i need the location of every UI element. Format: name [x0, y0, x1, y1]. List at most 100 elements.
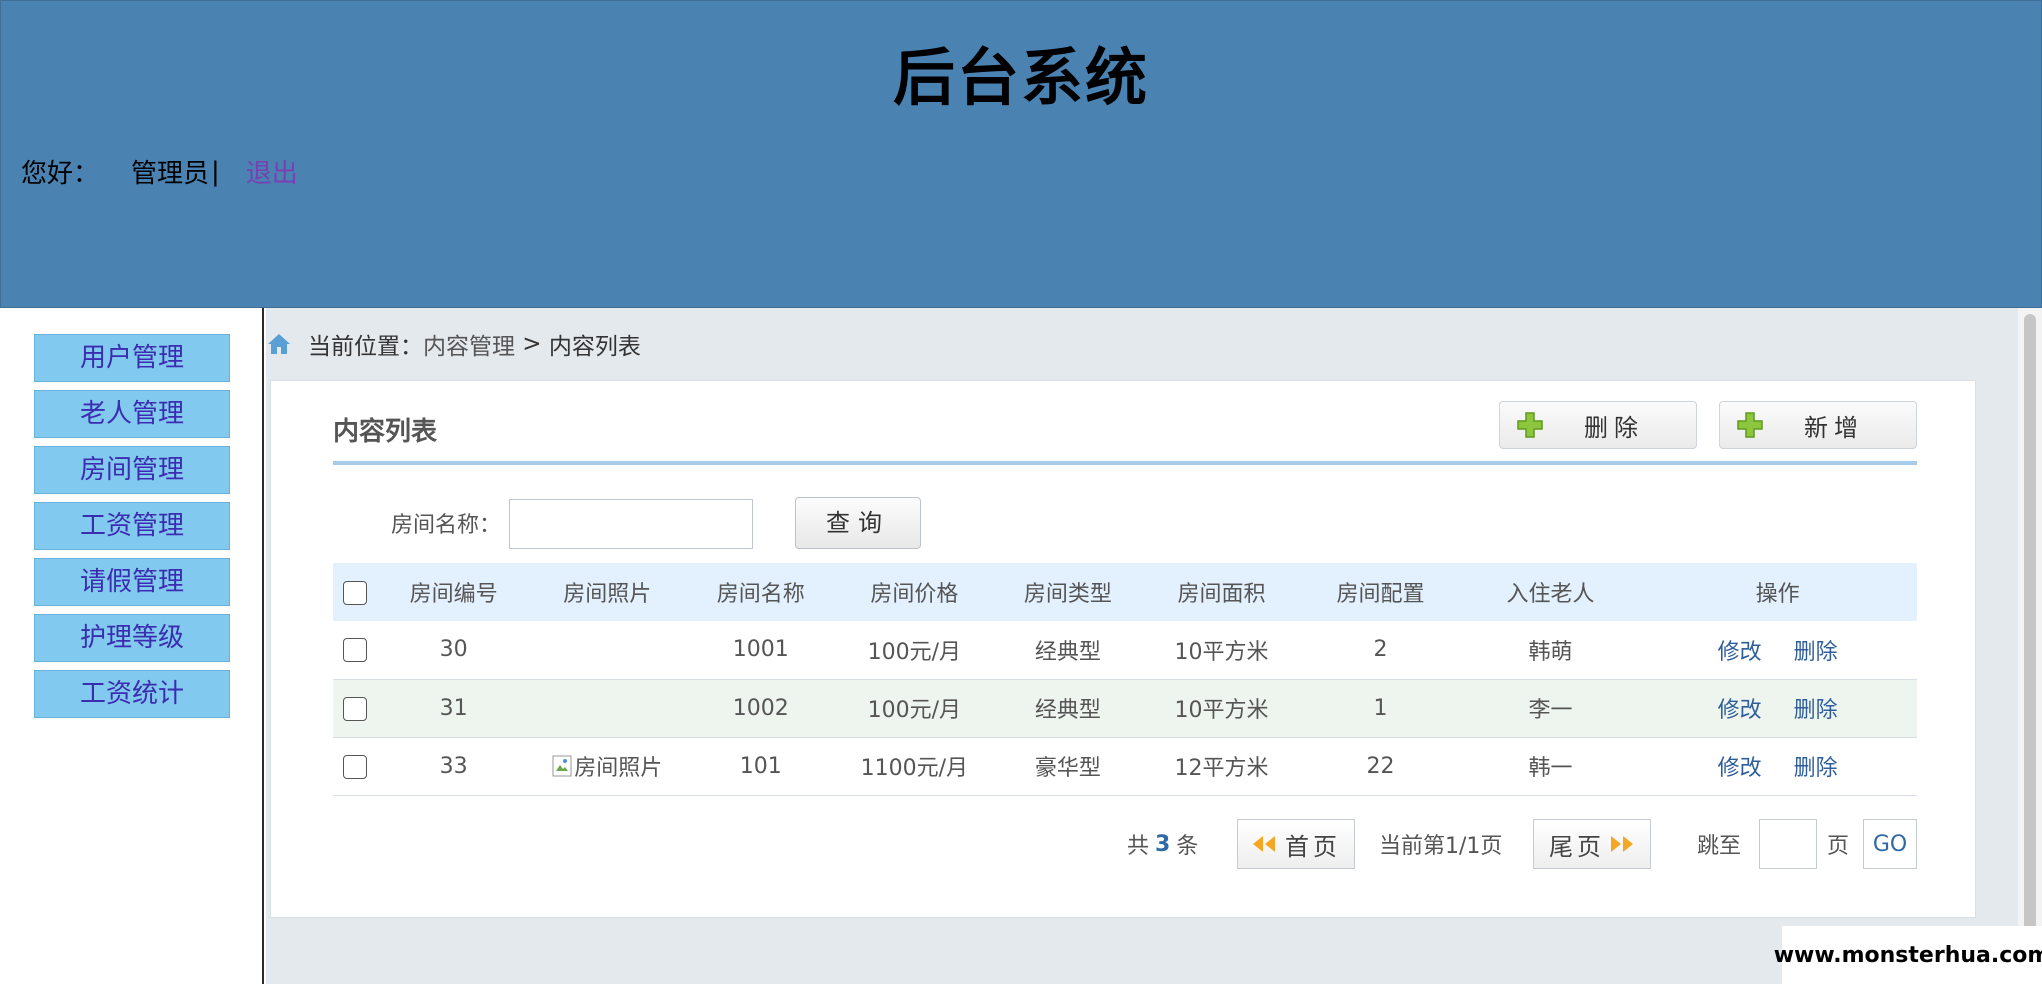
room-id: 33 — [439, 753, 468, 779]
room-photo-broken: 房间照片 — [552, 750, 662, 782]
edit-link[interactable]: 修改 — [1718, 698, 1762, 723]
page-unit: 页 — [1827, 834, 1850, 859]
last-page-button[interactable]: 尾页 — [1533, 819, 1651, 869]
sidebar-item-care-level[interactable]: 护理等级 — [34, 614, 230, 662]
room-id: 30 — [439, 637, 468, 663]
search-button[interactable]: 查询 — [795, 497, 921, 549]
room-config: 2 — [1373, 637, 1388, 663]
go-button[interactable]: GO — [1863, 819, 1917, 869]
sidebar-item-leave-management[interactable]: 请假管理 — [34, 558, 230, 606]
delete-button[interactable]: 删除 — [1499, 401, 1697, 449]
home-icon — [268, 334, 290, 354]
breadcrumb-prefix: 当前位置： — [308, 334, 423, 360]
column-header: 房间面积 — [1177, 582, 1266, 607]
edit-link[interactable]: 修改 — [1718, 756, 1762, 781]
pagination: 共 3 条 首页 当前第1/1页 尾页 跳至 页 GO — [271, 819, 1977, 869]
user-greeting: 您好： 管理员 | 退出 — [21, 153, 298, 190]
room-photo-alt: 房间照片 — [574, 755, 663, 781]
column-header: 房间照片 — [563, 582, 652, 607]
double-chevron-left-icon — [1253, 836, 1275, 852]
room-type: 经典型 — [1034, 698, 1101, 723]
vertical-scrollbar[interactable] — [2018, 308, 2042, 984]
room-name: 101 — [739, 753, 782, 779]
column-header: 房间价格 — [870, 582, 959, 607]
row-actions: 修改 删除 — [1638, 737, 1917, 795]
room-price: 1100元/月 — [860, 756, 969, 781]
row-checkbox[interactable] — [342, 696, 367, 721]
room-type: 豪华型 — [1034, 756, 1101, 781]
table-row: 31 1002 100元/月 经典型 10平方米 1 李一 修改 删除 — [333, 679, 1917, 737]
table-row: 33 房间照片 101 1100元/月 豪华型 12平方米 22 韩一 修改 删… — [333, 737, 1917, 795]
last-page-label: 尾页 — [1549, 832, 1605, 861]
sidebar-item-user-management[interactable]: 用户管理 — [34, 334, 230, 382]
room-photo — [530, 679, 684, 737]
row-checkbox[interactable] — [342, 638, 367, 663]
room-area: 12平方米 — [1174, 756, 1269, 781]
room-table: 房间编号 房间照片 房间名称 房间价格 房间类型 房间面积 房间配置 入住老人 … — [333, 563, 1917, 796]
username: 管理员 — [131, 159, 210, 189]
room-resident: 韩萌 — [1528, 639, 1573, 665]
row-actions: 修改 删除 — [1638, 679, 1917, 737]
current-page-text: 当前第1/1页 — [1379, 834, 1503, 859]
column-header: 操作 — [1755, 582, 1800, 607]
sidebar-item-salary-statistics[interactable]: 工资统计 — [34, 670, 230, 718]
room-name: 1002 — [732, 695, 789, 721]
plus-icon — [1737, 412, 1763, 438]
double-chevron-right-icon — [1611, 836, 1633, 852]
room-name-label: 房间名称： — [391, 513, 502, 538]
room-photo — [530, 621, 684, 679]
content-panel: 内容列表 删除 新增 房间名称： 查询 房间编号 房间照片 房间名称 房间价格 … — [270, 380, 1976, 918]
watermark: www.monsterhua.com — [1774, 926, 2042, 984]
greeting-label: 您好： — [21, 159, 100, 189]
room-area: 10平方米 — [1174, 639, 1269, 665]
total-count: 3 — [1155, 831, 1171, 857]
panel-title: 内容列表 — [333, 417, 438, 447]
table-header-row: 房间编号 房间照片 房间名称 房间价格 房间类型 房间面积 房间配置 入住老人 … — [333, 563, 1917, 621]
total-prefix: 共 — [1127, 834, 1150, 859]
logout-link[interactable]: 退出 — [246, 153, 298, 190]
room-price: 100元/月 — [867, 698, 962, 723]
greeting-separator: | — [211, 156, 220, 187]
column-header: 房间编号 — [409, 582, 498, 607]
room-resident: 李一 — [1528, 698, 1573, 723]
room-area: 10平方米 — [1174, 698, 1269, 723]
room-resident: 韩一 — [1528, 756, 1573, 781]
edit-link[interactable]: 修改 — [1718, 640, 1762, 665]
plus-icon — [1517, 412, 1543, 438]
delete-link[interactable]: 删除 — [1794, 640, 1838, 665]
table-row: 30 1001 100元/月 经典型 10平方米 2 韩萌 修改 删除 — [333, 621, 1917, 679]
add-button[interactable]: 新增 — [1719, 401, 1917, 449]
room-type: 经典型 — [1034, 639, 1101, 665]
column-header: 房间配置 — [1336, 582, 1425, 607]
sidebar-item-elder-management[interactable]: 老人管理 — [34, 390, 230, 438]
delete-link[interactable]: 删除 — [1794, 698, 1838, 723]
sidebar: 用户管理 老人管理 房间管理 工资管理 请假管理 护理等级 工资统计 — [0, 308, 264, 984]
sidebar-item-room-management[interactable]: 房间管理 — [34, 446, 230, 494]
header: 后台系统 您好： 管理员 | 退出 — [0, 0, 2042, 308]
breadcrumb-section[interactable]: 内容管理 — [423, 327, 515, 361]
breadcrumb-current: 内容列表 — [548, 334, 641, 360]
delete-link[interactable]: 删除 — [1794, 756, 1838, 781]
jump-page-input[interactable] — [1759, 819, 1817, 869]
column-header: 房间类型 — [1023, 582, 1112, 607]
row-checkbox[interactable] — [342, 754, 367, 779]
breadcrumb-separator: > — [515, 331, 549, 357]
site-title: 后台系统 — [892, 41, 1149, 114]
scrollbar-thumb[interactable] — [2024, 314, 2036, 978]
sidebar-item-salary-management[interactable]: 工资管理 — [34, 502, 230, 550]
jump-label: 跳至 — [1697, 834, 1742, 859]
room-name-input[interactable] — [509, 499, 753, 549]
column-header: 房间名称 — [716, 582, 805, 607]
title-divider — [333, 461, 1917, 465]
first-page-button[interactable]: 首页 — [1237, 819, 1355, 869]
broken-image-icon — [552, 755, 572, 776]
room-photo: 房间照片 — [530, 737, 684, 795]
add-button-label: 新增 — [1804, 413, 1864, 442]
breadcrumb: 当前位置： 内容管理 > 内容列表 — [266, 328, 641, 360]
room-price: 100元/月 — [867, 639, 962, 665]
room-config: 1 — [1373, 695, 1388, 721]
main-content: 当前位置： 内容管理 > 内容列表 内容列表 删除 新增 房间名称： 查询 房间… — [266, 308, 2018, 984]
room-config: 22 — [1366, 753, 1395, 779]
delete-button-label: 删除 — [1584, 413, 1644, 442]
select-all-checkbox[interactable] — [342, 580, 367, 605]
